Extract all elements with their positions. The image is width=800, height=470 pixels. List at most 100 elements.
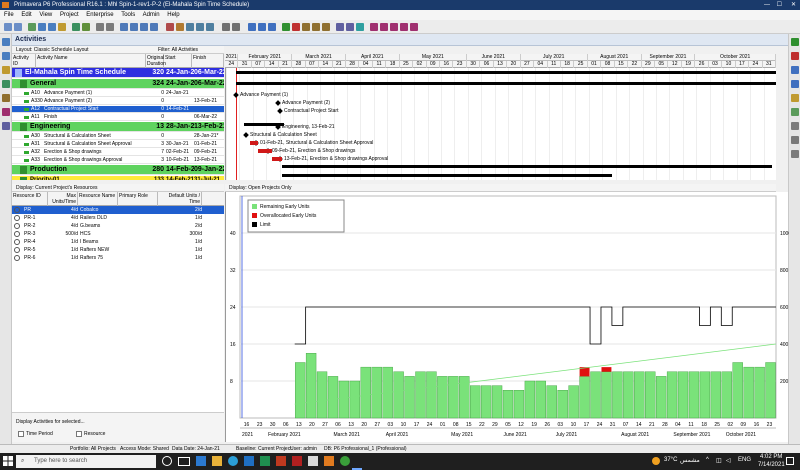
- maximize-button[interactable]: ☐: [777, 0, 782, 10]
- clock-date[interactable]: 7/14/2021: [758, 462, 785, 468]
- layout-icon[interactable]: [96, 23, 104, 31]
- primavera-taskbar-icon[interactable]: [324, 456, 334, 466]
- resource-row[interactable]: PR-2 4/d G.beams 2/d: [12, 222, 224, 230]
- group-sort-icon[interactable]: [120, 23, 128, 31]
- word-icon[interactable]: [244, 456, 254, 466]
- filter-icon[interactable]: [106, 23, 114, 31]
- col-max-units[interactable]: Max Units/Time: [48, 192, 78, 206]
- issues-nav-icon[interactable]: [2, 94, 10, 102]
- pdf-icon[interactable]: [292, 456, 302, 466]
- activities-nav-icon[interactable]: [2, 80, 10, 88]
- col-default-units[interactable]: Default Units / Time: [158, 192, 202, 206]
- notifications-icon[interactable]: [786, 457, 794, 465]
- activity-row[interactable]: General 32424-Jan-2106-Mar-22: [12, 79, 224, 89]
- menu-view[interactable]: View: [39, 12, 52, 18]
- col-activity-name[interactable]: Activity Name: [36, 54, 146, 68]
- col-resource-name[interactable]: Resource Name: [78, 192, 118, 206]
- resource-row[interactable]: PR-1 4/d Railers DLD 1/d: [12, 214, 224, 222]
- close-button[interactable]: ✕: [791, 0, 796, 10]
- col-primary-role[interactable]: Primary Role: [118, 192, 158, 206]
- milestone-marker[interactable]: [243, 132, 249, 138]
- minimize-button[interactable]: —: [764, 0, 770, 10]
- move-up-icon[interactable]: [791, 66, 799, 74]
- critical-task-bar[interactable]: [258, 149, 272, 153]
- menu-edit[interactable]: Edit: [21, 12, 31, 18]
- milestone-marker[interactable]: [277, 108, 283, 114]
- activity-row[interactable]: Production 28014-Feb-2109-Jan-22: [12, 165, 224, 175]
- help-icon[interactable]: [356, 23, 364, 31]
- scroll-to-bar-icon[interactable]: [268, 23, 276, 31]
- powerpoint-icon[interactable]: [276, 456, 286, 466]
- activity-row[interactable]: A12 Contractual Project Start 0 14-Feb-21: [12, 106, 224, 113]
- relationships-icon[interactable]: [791, 108, 799, 116]
- reports-nav-icon[interactable]: [2, 122, 10, 130]
- bars-icon[interactable]: [140, 23, 148, 31]
- usage-histogram[interactable]: 40 32 24 16 8 1000 800 600 400 200 Remaining Early…: [226, 192, 791, 442]
- schedule-icon[interactable]: [166, 23, 174, 31]
- col-activity-id[interactable]: Activity ID: [12, 54, 36, 68]
- critical-task-bar[interactable]: [272, 157, 282, 161]
- gantt-chart[interactable]: Advance Payment (1) Advance Payment (2) Co…: [225, 68, 776, 180]
- activity-row[interactable]: A10 Advance Payment (1) 0 24-Jan-21: [12, 90, 224, 97]
- windows-start-icon[interactable]: [3, 456, 13, 466]
- print-preview-icon[interactable]: [232, 23, 240, 31]
- weather-text[interactable]: مشمس: [680, 457, 700, 464]
- taskbar-app-1-icon[interactable]: [196, 456, 206, 466]
- clock-time[interactable]: 4:02 PM: [760, 454, 782, 460]
- edge-icon[interactable]: [228, 456, 238, 466]
- weather-temp[interactable]: 37°C: [664, 457, 677, 463]
- wbs-icon[interactable]: [38, 23, 46, 31]
- level-icon[interactable]: [176, 23, 184, 31]
- projects-icon[interactable]: [28, 23, 36, 31]
- col-resource-id[interactable]: Resource ID: [12, 192, 48, 206]
- spell-check-icon[interactable]: [346, 23, 354, 31]
- undo-icon[interactable]: [336, 23, 344, 31]
- resources-nav-icon[interactable]: [2, 66, 10, 74]
- display-activities-label[interactable]: Display Activities for selected...: [16, 419, 85, 425]
- trace-logic-icon[interactable]: [400, 23, 408, 31]
- activity-row[interactable]: El-Mahala Spin Time Schedule 32024-Jan-21…: [12, 68, 224, 78]
- move-down-icon[interactable]: [791, 80, 799, 88]
- resource-usage-profile[interactable]: 40 32 24 16 8 1000 800 600 400 200 Remaining Early…: [225, 192, 791, 442]
- col-start[interactable]: Start: [164, 54, 192, 68]
- menu-admin[interactable]: Admin: [143, 12, 160, 18]
- baseline-icon[interactable]: [380, 23, 388, 31]
- columns-icon[interactable]: [130, 23, 138, 31]
- activity-row[interactable]: A33 Erection & Shop drawings Approval 3 10-…: [12, 157, 224, 164]
- wbs-nav-icon[interactable]: [2, 52, 10, 60]
- projects-nav-icon[interactable]: [2, 38, 10, 46]
- critical-task-bar[interactable]: [250, 141, 258, 145]
- cost-icon[interactable]: [370, 23, 378, 31]
- activity-row[interactable]: Priority-01 133 14-Feb-21 31-Jul-21: [12, 176, 224, 180]
- volume-icon[interactable]: ◁: [726, 457, 731, 464]
- print-icon[interactable]: [222, 23, 230, 31]
- timescale-icon[interactable]: [150, 23, 158, 31]
- tracking-icon[interactable]: [72, 23, 80, 31]
- steps-icon[interactable]: [791, 122, 799, 130]
- activity-row[interactable]: A31 Structural & Calculation Sheet Approv…: [12, 141, 224, 148]
- layout-label[interactable]: Layout: Classic Schedule Layout: [16, 47, 89, 53]
- menu-file[interactable]: File: [4, 12, 14, 18]
- layout-bar[interactable]: Layout: Classic Schedule Layout Filter: …: [12, 46, 224, 54]
- cut-icon[interactable]: [302, 23, 310, 31]
- summarize-icon[interactable]: [196, 23, 204, 31]
- zoom-out-icon[interactable]: [258, 23, 266, 31]
- risks-nav-icon[interactable]: [2, 108, 10, 116]
- progress-icon[interactable]: [186, 23, 194, 31]
- menu-enterprise[interactable]: Enterprise: [86, 12, 113, 18]
- milestone-marker[interactable]: [233, 92, 239, 98]
- resource-checkbox[interactable]: [76, 431, 82, 437]
- resource-profile-icon[interactable]: [390, 23, 398, 31]
- copy-icon[interactable]: [312, 23, 320, 31]
- assign-icon[interactable]: [791, 94, 799, 102]
- resource-row[interactable]: PR-5 1/d Rafters NEW 1/d: [12, 246, 224, 254]
- taskbar-search-input[interactable]: ⌕ Type here to search: [16, 455, 156, 468]
- menu-project[interactable]: Project: [60, 12, 79, 18]
- task-view-icon[interactable]: [178, 457, 190, 466]
- menu-help[interactable]: Help: [167, 12, 179, 18]
- col-duration[interactable]: Original Duration: [146, 54, 166, 68]
- activity-row[interactable]: A32 Erection & Shop drawings 7 02-Feb-21 09-…: [12, 149, 224, 156]
- col-finish[interactable]: Finish: [192, 54, 224, 68]
- paste-icon[interactable]: [322, 23, 330, 31]
- profile-caption[interactable]: Display: Open Projects Only: [225, 184, 776, 192]
